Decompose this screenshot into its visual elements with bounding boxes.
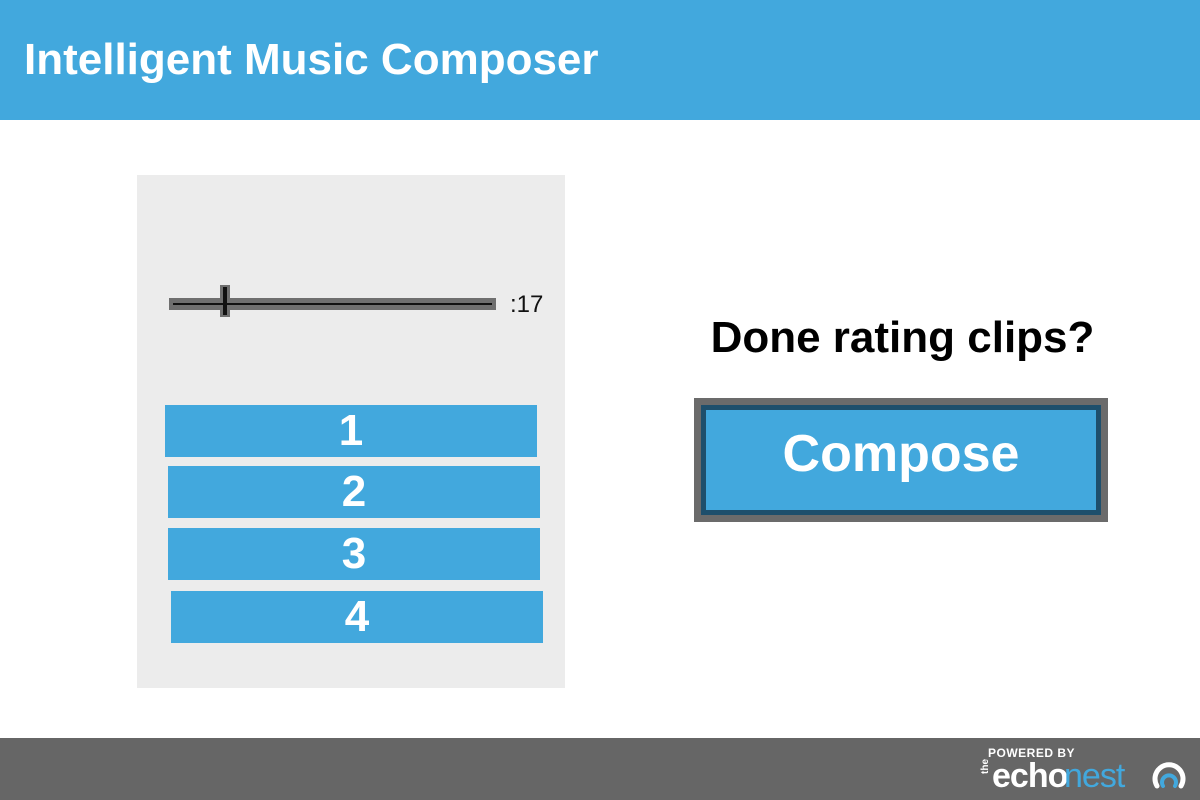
logo-the: the [980, 759, 991, 774]
playback-slider[interactable] [169, 285, 496, 317]
clip-rating-panel: :17 1 2 3 4 [137, 175, 565, 688]
compose-button-label: Compose [701, 405, 1101, 515]
rating-button-1[interactable]: 1 [165, 405, 537, 457]
logo-nest: nest [1064, 757, 1125, 795]
echonest-logo: POWERED BY the echo nest [980, 744, 1186, 796]
rating-button-2[interactable]: 2 [168, 466, 540, 518]
app-title: Intelligent Music Composer [24, 35, 599, 84]
app-header: Intelligent Music Composer [0, 0, 1200, 120]
compose-button[interactable]: Compose [694, 398, 1108, 522]
rating-button-4[interactable]: 4 [171, 591, 543, 643]
playback-time: :17 [510, 291, 544, 318]
footer-bar: POWERED BY the echo nest [0, 738, 1200, 800]
rating-button-3[interactable]: 3 [168, 528, 540, 580]
done-rating-prompt: Done rating clips? [710, 313, 1095, 362]
slider-handle[interactable] [219, 285, 230, 317]
echonest-mark-icon [1152, 762, 1186, 789]
logo-echo: echo [992, 757, 1068, 795]
